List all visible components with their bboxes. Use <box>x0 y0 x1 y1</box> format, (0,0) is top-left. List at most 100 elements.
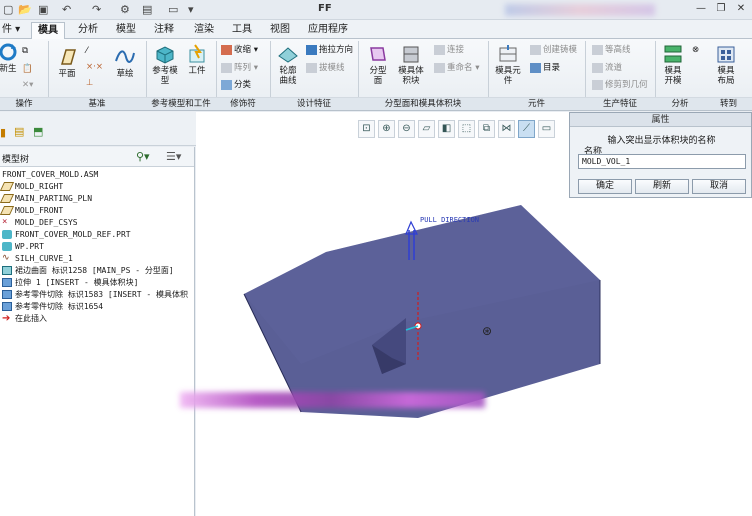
refresh-button[interactable]: 刷新 <box>635 179 689 194</box>
tree-settings-icon[interactable]: ☰▾ <box>166 150 181 163</box>
catalog-button[interactable]: 目录 <box>530 62 560 74</box>
zoom-in-icon[interactable]: ⊕ <box>378 120 395 138</box>
connect-button[interactable]: 连接 <box>434 44 464 56</box>
paste-icon[interactable]: 📋 <box>22 63 33 75</box>
minimize-icon[interactable]: — <box>694 2 708 16</box>
new-file-icon[interactable]: ▢ <box>3 3 13 16</box>
more-icon[interactable]: ▾ <box>188 3 194 16</box>
reference-model-button[interactable]: 参考模 型 <box>148 44 182 86</box>
copy-icon[interactable]: ⧉ <box>22 45 28 57</box>
tree-item[interactable]: MOLD_FRONT <box>0 205 63 217</box>
tree-item[interactable]: 拉伸 1 [INSERT - 模具体积块] <box>2 277 138 289</box>
undo-icon[interactable]: ↶ <box>62 3 71 16</box>
redo-icon[interactable]: ↷ <box>92 3 101 16</box>
tree-item[interactable]: MOLD_RIGHT <box>0 181 63 193</box>
classify-button[interactable]: 分类 <box>221 79 251 91</box>
view-manager-icon[interactable]: ⧉ <box>478 120 495 138</box>
group-modifiers[interactable]: 修饰符 <box>216 97 270 110</box>
tree-item[interactable]: ⨯ MOLD_DEF_CSYS <box>2 217 78 229</box>
create-casting-button[interactable]: 创建铸模 <box>530 44 577 56</box>
draft-check-button[interactable]: 拔模线 <box>306 62 345 74</box>
tab-model[interactable]: 模型 <box>110 22 142 39</box>
tab-applications[interactable]: 应用程序 <box>302 22 354 39</box>
mold-volume-icon <box>403 46 419 63</box>
rotate-cursor-icon: ⊛ <box>482 324 492 338</box>
analysis-icon[interactable]: ⊗ <box>692 44 699 56</box>
tree-item-insert-here[interactable]: ➔ 在此插入 <box>2 313 47 325</box>
datum-plane-icon <box>61 49 76 65</box>
group-datum[interactable]: 基准 <box>48 97 146 110</box>
volume-name-input[interactable]: MOLD_VOL_1 <box>578 154 746 169</box>
window-title: FF <box>318 3 332 14</box>
csys-icon[interactable]: ⊥ <box>86 77 93 89</box>
silhouette-curve-button[interactable]: 轮廓 曲线 <box>272 44 304 86</box>
saved-views-icon[interactable]: ⬚ <box>458 120 475 138</box>
tab-render[interactable]: 渲染 <box>188 22 220 39</box>
cut-icon <box>2 290 12 299</box>
parting-surface-button[interactable]: 分型 面 <box>364 44 392 86</box>
shrink-button[interactable]: 收缩 ▾ <box>221 44 258 56</box>
repaint-icon[interactable]: ▱ <box>418 120 435 138</box>
model-tree-tab-icon[interactable]: ▮ <box>0 126 6 139</box>
save-icon[interactable]: ▣ <box>38 3 48 16</box>
delete-icon[interactable]: ✕▾ <box>22 79 33 91</box>
rename-button[interactable]: 重命名 ▾ <box>434 62 479 74</box>
group-components[interactable]: 元件 <box>488 97 585 110</box>
section-icon[interactable]: ⋈ <box>498 120 515 138</box>
tree-item[interactable]: 参考零件切除 标识1583 [INSERT - 模具体积 <box>2 289 188 301</box>
group-production-features[interactable]: 生产特征 <box>585 97 655 110</box>
tab-analysis[interactable]: 分析 <box>72 22 104 39</box>
group-reference-model[interactable]: 参考模型和工件 <box>146 97 216 110</box>
tree-filter-icon[interactable]: ⚲▾ <box>136 150 150 163</box>
regenerate-icon[interactable]: ⚙ <box>120 3 130 16</box>
group-go-to[interactable]: 转到 <box>705 97 752 110</box>
tree-item[interactable]: FRONT_COVER_MOLD_REF.PRT <box>2 229 131 241</box>
mold-layout-button[interactable]: 模具 布局 <box>710 44 742 86</box>
mold-open-button[interactable]: 模具 开模 <box>658 44 688 86</box>
mold-volume-button[interactable]: 模具体 积块 <box>394 44 428 86</box>
tree-item[interactable]: WP.PRT <box>2 241 44 253</box>
plane-button[interactable]: 平面 <box>54 47 80 79</box>
window-icon[interactable]: ▤ <box>142 3 152 16</box>
tab-tools[interactable]: 工具 <box>226 22 258 39</box>
refit-icon[interactable]: ⊡ <box>358 120 375 138</box>
spin-center-icon[interactable]: ▭ <box>538 120 555 138</box>
cancel-button[interactable]: 取消 <box>692 179 746 194</box>
datum-display-icon[interactable]: ⟋ <box>518 120 535 138</box>
tree-item[interactable]: MAIN_PARTING_PLN <box>0 193 92 205</box>
tree-item[interactable]: ∿ SILH_CURVE_1 <box>2 253 73 265</box>
folder-browser-icon[interactable]: ▤ <box>14 125 24 138</box>
open-file-icon[interactable]: 📂 <box>18 3 32 16</box>
group-operations[interactable]: 操作 <box>0 97 48 110</box>
mold-component-button[interactable]: 模具元 件 <box>492 44 524 86</box>
tab-mold[interactable]: 模具 <box>31 22 65 39</box>
isoline-button[interactable]: 等高线 <box>592 44 631 56</box>
group-parting-volume[interactable]: 分型面和模具体积块 <box>358 97 488 110</box>
zoom-out-icon[interactable]: ⊖ <box>398 120 415 138</box>
runner-button[interactable]: 流道 <box>592 62 622 74</box>
folder-icon[interactable]: ▭ <box>168 3 178 16</box>
insert-here-icon: ➔ <box>2 313 11 324</box>
restore-icon[interactable]: ❐ <box>714 2 728 16</box>
regenerate-button[interactable]: 新生 <box>0 42 20 74</box>
ok-button[interactable]: 确定 <box>578 179 632 194</box>
tab-file[interactable]: 件 ▾ <box>0 22 26 39</box>
tab-annotation[interactable]: 注释 <box>148 22 180 39</box>
tree-item[interactable]: FRONT_COVER_MOLD.ASM <box>2 169 98 181</box>
pattern-button[interactable]: 阵列 ▾ <box>221 62 258 74</box>
tab-view[interactable]: 视图 <box>264 22 296 39</box>
favorites-icon[interactable]: ⬒ <box>33 125 43 138</box>
point-icon[interactable]: ×·× <box>86 61 103 73</box>
workpiece-button[interactable]: 工件 <box>184 44 210 76</box>
trim-to-geometry-button[interactable]: 修剪到几何 <box>592 79 648 91</box>
close-icon[interactable]: ✕ <box>734 2 748 16</box>
drag-direction-button[interactable]: 拖拉方向 <box>306 44 353 56</box>
tree-item[interactable]: 裙边曲面 标识1258 [MAIN_PS - 分型面] <box>2 265 174 277</box>
group-analysis[interactable]: 分析 <box>655 97 705 110</box>
display-style-icon[interactable]: ◧ <box>438 120 455 138</box>
silhouette-curve-icon <box>278 47 298 63</box>
sketch-button[interactable]: 草绘 <box>110 47 140 79</box>
axis-icon[interactable]: ⁄ <box>86 45 87 57</box>
group-design-features[interactable]: 设计特征 <box>270 97 358 110</box>
tree-item[interactable]: 参考零件切除 标识1654 <box>2 301 103 313</box>
